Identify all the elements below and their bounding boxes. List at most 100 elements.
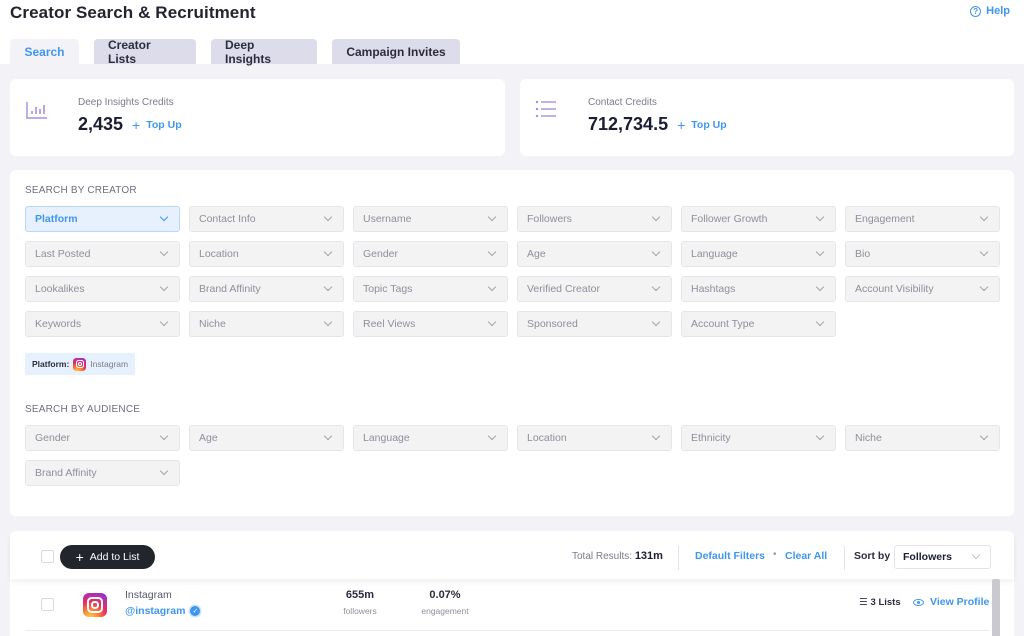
followers-label: followers [343,606,377,616]
applied-filter-chip[interactable]: Platform: Instagram [25,353,136,375]
top-up-button[interactable]: + Top Up [677,117,727,133]
results-panel: + Add to List Total Results: 131m Defaul… [10,531,1014,636]
creator-filter-followers[interactable]: Followers [517,206,672,232]
filter-label: Niche [855,432,882,444]
filter-label: Follower Growth [691,213,768,225]
total-results-value: 131m [634,550,663,562]
plus-icon: + [75,548,84,565]
filter-label: Age [527,248,546,260]
results-scrollbar[interactable] [992,579,1000,636]
add-to-list-button[interactable]: + Add to List [60,545,155,569]
filters-panel: SEARCH BY CREATOR Platform Contact Info Us… [10,170,1014,516]
clear-all-link[interactable]: Clear All [785,550,827,562]
filter-label: Language [363,432,410,444]
creator-filter-contact-info[interactable]: Contact Info [189,206,344,232]
creator-filter-username[interactable]: Username [353,206,508,232]
chevron-down-icon [159,247,169,257]
section-title-audience: SEARCH BY AUDIENCE [25,404,141,415]
audience-filter-ethnicity[interactable]: Ethnicity [681,425,836,451]
filter-label: Engagement [855,213,915,225]
view-profile-link[interactable]: View Profile [913,596,989,608]
credit-label: Deep Insights Credits [78,97,174,108]
audience-filter-brand-affinity[interactable]: Brand Affinity [25,460,180,486]
creator-filter-reel-views[interactable]: Reel Views [353,311,508,337]
filter-label: Followers [527,213,572,225]
creator-filter-niche[interactable]: Niche [189,311,344,337]
audience-filter-niche[interactable]: Niche [845,425,1000,451]
instagram-avatar-icon [83,593,107,617]
creator-filter-last-posted[interactable]: Last Posted [25,241,180,267]
filter-label: Lookalikes [35,283,85,295]
filter-label: Hashtags [691,283,736,295]
row-checkbox[interactable] [41,598,54,611]
creator-filter-sponsored[interactable]: Sponsored [517,311,672,337]
creator-filter-gender[interactable]: Gender [353,241,508,267]
creator-filter-follower-growth[interactable]: Follower Growth [681,206,836,232]
creator-filter-topic-tags[interactable]: Topic Tags [353,276,508,302]
creator-filter-verified-creator[interactable]: Verified Creator [517,276,672,302]
filter-label: Brand Affinity [35,467,97,479]
chevron-down-icon [979,212,989,222]
total-results-label: Total Results: [572,551,633,562]
tab-campaign-invites[interactable]: Campaign Invites [332,39,460,64]
tab-deep-insights[interactable]: Deep Insights [211,38,317,66]
tab-search[interactable]: Search [10,39,79,64]
lists-button[interactable]: ☰ 3 Lists [859,597,901,608]
creator-filter-age[interactable]: Age [517,241,672,267]
filter-label: Sponsored [527,318,578,330]
filter-label: Language [691,248,738,260]
creator-handle-link[interactable]: @instagram ✓ [125,605,201,617]
chevron-down-icon [651,282,661,292]
chevron-down-icon [159,317,169,327]
creator-filter-brand-affinity[interactable]: Brand Affinity [189,276,344,302]
default-filters-link[interactable]: Default Filters [695,550,765,562]
audience-filter-gender[interactable]: Gender [25,425,180,451]
filter-label: Bio [855,248,871,260]
filter-label: Niche [199,318,226,330]
chevron-down-icon [815,247,825,257]
filter-label: Reel Views [363,318,416,330]
table-row[interactable]: Instagram @instagram ✓ 655m followers 0.… [25,581,990,631]
creator-filter-platform[interactable]: Platform [25,206,180,232]
creator-handle: @instagram [125,605,186,617]
section-title-creator: SEARCH BY CREATOR [25,185,137,196]
chevron-down-icon [651,317,661,327]
creator-filter-hashtags[interactable]: Hashtags [681,276,836,302]
select-all-checkbox[interactable] [41,550,54,563]
tab-creator-lists[interactable]: Creator Lists [94,38,196,66]
audience-filter-language[interactable]: Language [353,425,508,451]
chevron-down-icon [979,431,989,441]
filter-label: Location [527,432,567,444]
chevron-down-icon [487,282,497,292]
chip-value: Instagram [90,359,129,369]
filter-label: Account Visibility [855,283,934,295]
plus-icon: + [132,117,141,133]
help-link[interactable]: ? Help [970,5,1010,17]
tab-bar: Search Creator Lists Deep Insights Campa… [10,38,460,66]
chevron-down-icon [979,282,989,292]
verified-badge-icon: ✓ [190,606,201,616]
creator-filter-engagement[interactable]: Engagement [845,206,1000,232]
creator-filter-location[interactable]: Location [189,241,344,267]
chevron-down-icon [323,317,333,327]
audience-filter-age[interactable]: Age [189,425,344,451]
plus-icon: + [677,117,686,133]
chevron-down-icon [323,247,333,257]
chevron-down-icon [159,282,169,292]
chevron-down-icon [979,247,989,257]
chevron-down-icon [971,550,981,560]
creator-filter-account-visibility[interactable]: Account Visibility [845,276,1000,302]
creator-filter-language[interactable]: Language [681,241,836,267]
top-up-label: Top Up [146,119,182,131]
creator-filter-account-type[interactable]: Account Type [681,311,836,337]
creator-filter-bio[interactable]: Bio [845,241,1000,267]
filter-label: Keywords [35,318,82,330]
audience-filter-location[interactable]: Location [517,425,672,451]
creator-filter-lookalikes[interactable]: Lookalikes [25,276,180,302]
sort-by-select[interactable]: Followers [894,545,991,569]
sort-by-value: Followers [903,551,953,563]
top-up-button[interactable]: + Top Up [132,117,182,133]
view-profile-label: View Profile [930,596,990,608]
top-up-label: Top Up [691,119,727,131]
creator-filter-keywords[interactable]: Keywords [25,311,180,337]
